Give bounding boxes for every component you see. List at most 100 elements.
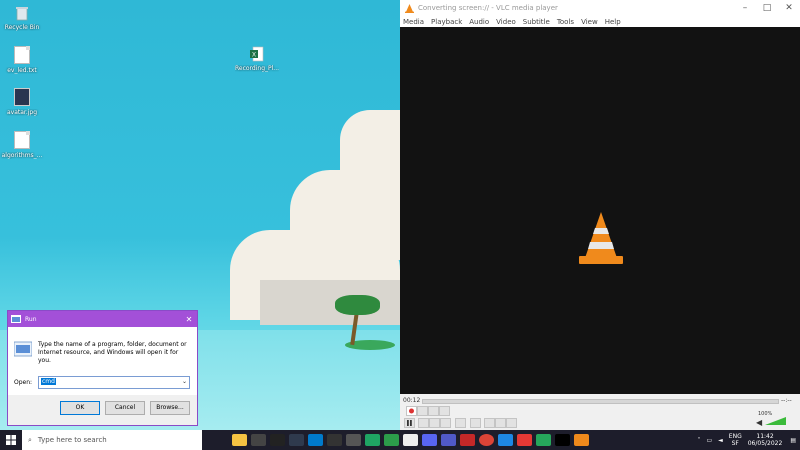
desktop-icon-label: avatar.jpg: [6, 109, 38, 116]
menu-tools[interactable]: Tools: [557, 18, 574, 26]
previous-button[interactable]: [418, 418, 429, 428]
app-icon[interactable]: [251, 434, 266, 446]
app-icon[interactable]: [327, 434, 342, 446]
vscode-icon[interactable]: [308, 434, 323, 446]
terminal-icon[interactable]: [555, 434, 570, 446]
browse-button[interactable]: Browse...: [150, 401, 190, 415]
app-icon[interactable]: [498, 434, 513, 446]
vlc-cone-logo: [579, 212, 623, 264]
cloud: [340, 110, 400, 190]
app-icon[interactable]: [517, 434, 532, 446]
close-button[interactable]: ✕: [181, 315, 197, 324]
pause-button[interactable]: [404, 418, 415, 428]
search-box[interactable]: ⌕ Type here to search: [22, 430, 202, 450]
seek-bar[interactable]: [422, 399, 779, 404]
open-label: Open:: [14, 379, 33, 386]
maximize-button[interactable]: □: [756, 3, 778, 13]
menu-video[interactable]: Video: [496, 18, 516, 26]
volume-icon[interactable]: ◄: [718, 437, 723, 444]
menu-help[interactable]: Help: [605, 18, 621, 26]
close-button[interactable]: ✕: [778, 3, 800, 13]
ok-button[interactable]: OK: [60, 401, 100, 415]
svg-text:◀: ◀: [756, 418, 763, 426]
run-title-bar[interactable]: Run ✕: [8, 311, 197, 327]
elapsed-time: 00:12: [403, 397, 421, 404]
app-icon[interactable]: [460, 434, 475, 446]
text-file-icon: [14, 46, 30, 64]
clock-date: 06/05/2022: [747, 440, 783, 447]
desktop-icon-label: Recording_Pl...: [235, 65, 279, 72]
notifications-icon[interactable]: ▤: [790, 437, 796, 444]
run-description: Type the name of a program, folder, docu…: [38, 341, 187, 364]
desktop-icon-file[interactable]: ev_led.txt: [0, 46, 44, 74]
vlc-video-area[interactable]: [400, 27, 800, 394]
snapshot-button[interactable]: [417, 406, 428, 416]
loop-ab-button[interactable]: [428, 406, 439, 416]
discord-icon[interactable]: [422, 434, 437, 446]
system-tray: ˄ ▭ ◄ ENG SF 11:42 06/05/2022 ▤: [698, 430, 800, 450]
desktop-icon-file[interactable]: algorithms_...: [0, 131, 44, 159]
vlc-taskbar-icon[interactable]: [574, 434, 589, 446]
file-explorer-icon[interactable]: [232, 434, 247, 446]
cancel-button[interactable]: Cancel: [105, 401, 145, 415]
language-sub: SF: [731, 440, 739, 447]
loop-button[interactable]: [495, 418, 506, 428]
language-code: ENG: [728, 433, 742, 440]
open-input-value[interactable]: cmd: [41, 378, 56, 385]
app-icon[interactable]: [384, 434, 399, 446]
language-indicator[interactable]: ENG SF: [729, 433, 742, 447]
clock-time: 11:42: [756, 433, 774, 440]
shuffle-button[interactable]: [506, 418, 517, 428]
windows-icon: [6, 435, 16, 445]
record-button[interactable]: [406, 406, 417, 416]
menu-view[interactable]: View: [581, 18, 598, 26]
app-icon[interactable]: [346, 434, 361, 446]
frame-step-button[interactable]: [439, 406, 450, 416]
app-icon[interactable]: [403, 434, 418, 446]
clock[interactable]: 11:42 06/05/2022: [748, 433, 783, 447]
next-button[interactable]: [440, 418, 451, 428]
run-icon: [11, 315, 21, 323]
menu-media[interactable]: Media: [403, 18, 424, 26]
teams-icon[interactable]: [441, 434, 456, 446]
playlist-button[interactable]: [484, 418, 495, 428]
chevron-up-icon[interactable]: ˄: [698, 437, 701, 444]
volume-slider[interactable]: ◀: [756, 416, 786, 426]
run-title: Run: [25, 315, 37, 323]
app-icon[interactable]: [289, 434, 304, 446]
svg-text:X: X: [252, 53, 256, 59]
vlc-menubar: Media Playback Audio Video Subtitle Tool…: [400, 16, 800, 27]
search-icon: ⌕: [28, 435, 32, 444]
pycharm-icon[interactable]: [536, 434, 551, 446]
stop-button[interactable]: [429, 418, 440, 428]
chevron-down-icon[interactable]: ⌄: [182, 378, 187, 385]
desktop-icon-recycle-bin[interactable]: Recycle Bin: [0, 5, 44, 31]
minimize-button[interactable]: –: [734, 3, 756, 13]
menu-subtitle[interactable]: Subtitle: [523, 18, 550, 26]
vlc-title-bar[interactable]: Converting screen:// - VLC media player …: [400, 0, 800, 16]
app-icon[interactable]: [365, 434, 380, 446]
fullscreen-button[interactable]: [455, 418, 466, 428]
desktop-icon-label: ev_led.txt: [7, 67, 37, 74]
excel-file-icon: X: [250, 46, 264, 62]
desktop-icon-image[interactable]: avatar.jpg: [0, 88, 44, 116]
chrome-icon[interactable]: [479, 434, 494, 446]
taskbar: ⌕ Type here to search ˄ ▭ ◄ ENG SF 11:42…: [0, 430, 800, 450]
run-body: Type the name of a program, folder, docu…: [8, 327, 197, 395]
app-icon[interactable]: [270, 434, 285, 446]
text-file-icon: [14, 131, 30, 149]
run-footer: OK Cancel Browse...: [8, 395, 197, 425]
vlc-cone-icon: [405, 3, 414, 13]
vlc-title: Converting screen:// - VLC media player: [418, 4, 558, 12]
desktop-icon-excel[interactable]: X Recording_Pl...: [235, 46, 279, 72]
menu-audio[interactable]: Audio: [469, 18, 489, 26]
recycle-bin-icon: [15, 5, 29, 21]
run-dialog: Run ✕ Type the name of a program, folder…: [7, 310, 198, 426]
extended-settings-button[interactable]: [470, 418, 481, 428]
desktop-icon-label: Recycle Bin: [4, 24, 40, 31]
start-button[interactable]: [0, 430, 22, 450]
network-icon[interactable]: ▭: [707, 437, 713, 444]
open-input[interactable]: cmd ⌄: [38, 376, 190, 389]
desktop-icon-label: algorithms_...: [1, 152, 43, 159]
menu-playback[interactable]: Playback: [431, 18, 462, 26]
